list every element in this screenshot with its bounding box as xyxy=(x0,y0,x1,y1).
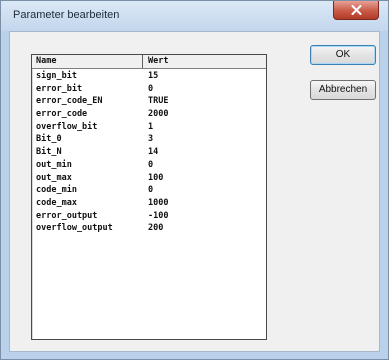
table-header: Name Wert xyxy=(32,55,266,69)
table-row[interactable]: error_bit 0 xyxy=(32,83,266,96)
dialog-window: Parameter bearbeiten Name Wert sign_bit 1… xyxy=(0,0,389,360)
ok-button[interactable]: OK xyxy=(310,45,376,65)
parameter-name: sign_bit xyxy=(36,71,77,81)
table-row[interactable]: Bit_N 14 xyxy=(32,146,266,159)
column-header-name[interactable]: Name xyxy=(36,55,56,68)
table-row[interactable]: overflow_bit 1 xyxy=(32,121,266,134)
parameter-value[interactable]: 14 xyxy=(148,146,158,159)
close-icon xyxy=(351,5,362,15)
parameter-value[interactable]: 0 xyxy=(148,83,153,96)
parameter-name: Bit_0 xyxy=(36,134,62,145)
parameter-name: error_output xyxy=(36,210,98,221)
table-row[interactable]: overflow_output 200 xyxy=(32,222,266,235)
parameter-value[interactable]: TRUE xyxy=(148,95,168,108)
parameter-table[interactable]: Name Wert sign_bit 15 error_bit 0 error_code… xyxy=(31,54,267,340)
parameter-name: error_bit xyxy=(36,83,83,94)
parameter-name: error_code_EN xyxy=(36,96,103,107)
table-row[interactable]: code_min 0 xyxy=(32,184,266,197)
parameter-value[interactable]: 2000 xyxy=(148,108,168,121)
parameter-value[interactable]: -100 xyxy=(148,210,168,223)
parameter-value[interactable]: 15 xyxy=(148,70,158,83)
table-row[interactable]: error_output -100 xyxy=(32,210,266,223)
parameter-value[interactable]: 200 xyxy=(148,222,163,235)
parameter-name: code_min xyxy=(36,185,77,196)
parameter-value[interactable]: 100 xyxy=(148,172,163,185)
parameter-name: overflow_output xyxy=(36,223,113,234)
title-bar[interactable]: Parameter bearbeiten xyxy=(1,1,388,31)
parameter-name: error_code xyxy=(36,109,88,120)
parameter-name: Bit_N xyxy=(36,147,62,158)
table-rows: sign_bit 15 error_bit 0 error_code_EN TRUE err… xyxy=(32,70,266,235)
table-row[interactable]: out_max 100 xyxy=(32,172,266,185)
cancel-button[interactable]: Abbrechen xyxy=(310,80,376,100)
table-row[interactable]: Bit_0 3 xyxy=(32,133,266,146)
parameter-name: out_min xyxy=(36,159,72,170)
parameter-value[interactable]: 0 xyxy=(148,159,153,172)
dialog-title: Parameter bearbeiten xyxy=(13,9,120,21)
table-row[interactable]: code_max 1000 xyxy=(32,197,266,210)
column-separator[interactable] xyxy=(142,55,143,68)
parameter-value[interactable]: 1 xyxy=(148,121,153,134)
parameter-value[interactable]: 1000 xyxy=(148,197,168,210)
parameter-name: out_max xyxy=(36,172,72,183)
table-row[interactable]: error_code 2000 xyxy=(32,108,266,121)
parameter-name: overflow_bit xyxy=(36,121,98,132)
parameter-name: code_max xyxy=(36,197,77,208)
dialog-body: Name Wert sign_bit 15 error_bit 0 error_code… xyxy=(9,31,380,352)
table-row[interactable]: out_min 0 xyxy=(32,159,266,172)
parameter-value[interactable]: 3 xyxy=(148,133,153,146)
column-header-value[interactable]: Wert xyxy=(148,55,168,68)
table-row[interactable]: sign_bit 15 xyxy=(32,70,266,83)
parameter-value[interactable]: 0 xyxy=(148,184,153,197)
close-button[interactable] xyxy=(333,1,379,20)
table-row[interactable]: error_code_EN TRUE xyxy=(32,95,266,108)
